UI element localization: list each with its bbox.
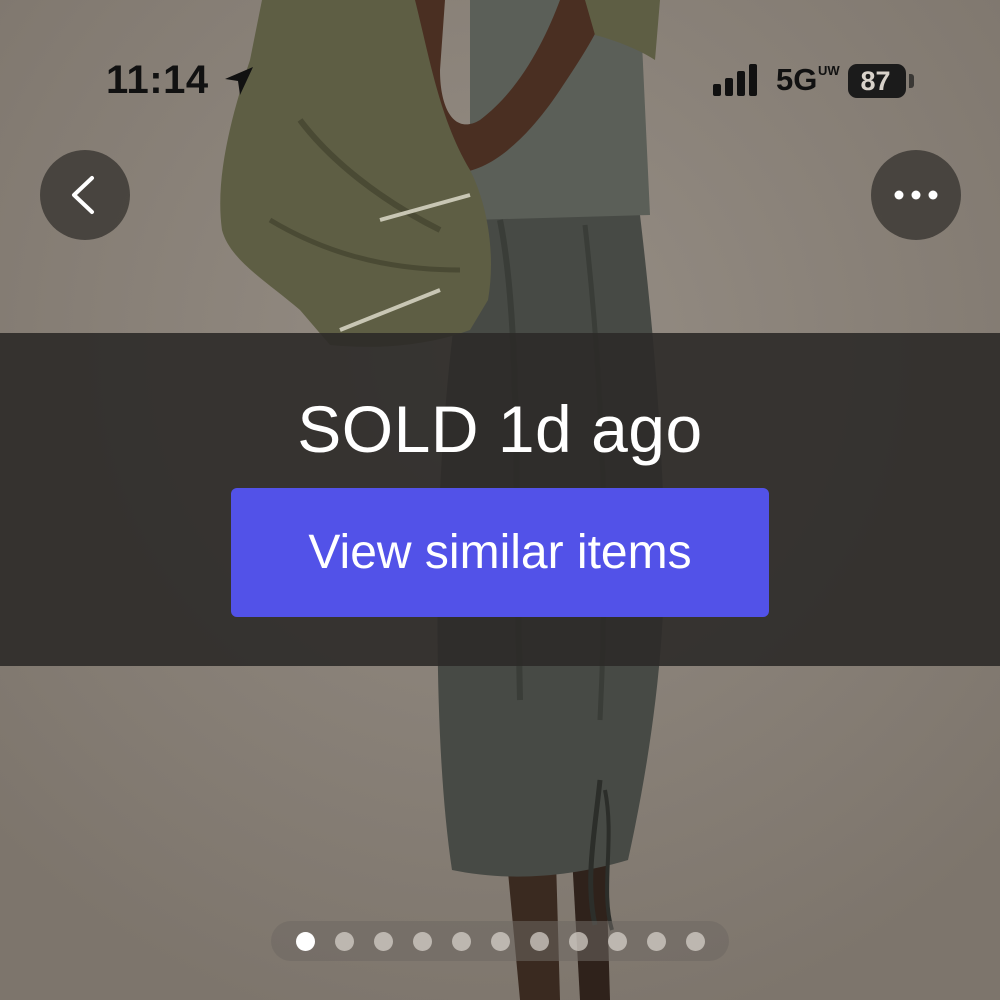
listing-screen: 11:14 5G UW 87 SOLD 1d ago View similar …: [0, 0, 1000, 1000]
cellular-signal-icon: [713, 64, 757, 96]
chevron-left-icon: [72, 176, 94, 214]
carousel-dot[interactable]: [646, 931, 666, 951]
status-time: 11:14: [106, 58, 209, 102]
carousel-dot[interactable]: [490, 931, 510, 951]
view-similar-items-button[interactable]: View similar items: [231, 488, 769, 617]
carousel-dot[interactable]: [373, 931, 393, 951]
back-button[interactable]: [40, 150, 130, 240]
sold-overlay: SOLD 1d ago View similar items: [0, 333, 1000, 666]
network-type: 5G: [776, 62, 818, 97]
network-badge: UW: [818, 63, 840, 78]
carousel-dot[interactable]: [607, 931, 627, 951]
carousel-dot[interactable]: [529, 931, 549, 951]
carousel-dot[interactable]: [412, 931, 432, 951]
carousel-dot[interactable]: [334, 931, 354, 951]
sold-status-label: SOLD 1d ago: [297, 392, 703, 466]
battery-nub: [909, 74, 914, 88]
location-arrow-icon: [225, 67, 253, 95]
battery-level: 87: [860, 65, 891, 96]
carousel-dot[interactable]: [451, 931, 471, 951]
battery-indicator: 87: [848, 64, 906, 98]
ellipsis-icon: [894, 190, 938, 200]
carousel-dot-active[interactable]: [295, 931, 315, 951]
carousel-dot[interactable]: [685, 931, 705, 951]
image-carousel-pager[interactable]: [271, 921, 729, 961]
more-options-button[interactable]: [871, 150, 961, 240]
carousel-dot[interactable]: [568, 931, 588, 951]
